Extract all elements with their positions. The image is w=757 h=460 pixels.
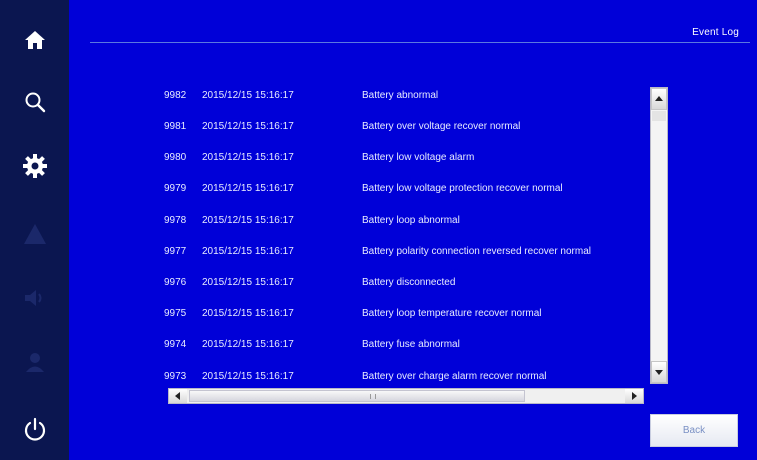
event-id: 9977 xyxy=(164,246,187,257)
event-id: 9978 xyxy=(164,215,187,226)
event-time: 2015/12/15 15:16:17 xyxy=(202,371,294,382)
list-item[interactable]: 9979 2015/12/15 15:16:17 Battery low vol… xyxy=(150,179,650,199)
warning-icon xyxy=(23,224,46,244)
sound-button[interactable] xyxy=(0,270,69,326)
horizontal-scroll-thumb[interactable] xyxy=(189,390,525,402)
event-time: 2015/12/15 15:16:17 xyxy=(202,215,294,226)
search-button[interactable] xyxy=(0,74,69,130)
event-message: Battery low voltage protection recover n… xyxy=(362,183,563,194)
arrow-left-icon xyxy=(175,392,180,400)
back-button[interactable]: Back xyxy=(650,414,738,447)
home-button[interactable] xyxy=(0,12,69,68)
event-time: 2015/12/15 15:16:17 xyxy=(202,308,294,319)
event-time: 2015/12/15 15:16:17 xyxy=(202,121,294,132)
event-message: Battery disconnected xyxy=(362,277,456,288)
event-log-list[interactable]: 9982 2015/12/15 15:16:17 Battery abnorma… xyxy=(150,82,650,400)
sidebar xyxy=(0,0,69,460)
event-id: 9974 xyxy=(164,339,187,350)
event-id: 9973 xyxy=(164,371,187,382)
event-message: Battery abnormal xyxy=(362,90,439,101)
search-icon xyxy=(25,92,45,113)
settings-button[interactable] xyxy=(0,138,69,194)
event-id: 9981 xyxy=(164,121,187,132)
event-message: Battery loop temperature recover normal xyxy=(362,308,542,319)
list-item[interactable]: 9982 2015/12/15 15:16:17 Battery abnorma… xyxy=(150,86,650,106)
event-time: 2015/12/15 15:16:17 xyxy=(202,90,294,101)
page-title: Event Log xyxy=(692,27,739,38)
event-time: 2015/12/15 15:16:17 xyxy=(202,339,294,350)
scroll-up-button[interactable] xyxy=(651,88,667,110)
scroll-down-button[interactable] xyxy=(651,361,667,383)
arrow-right-icon xyxy=(632,392,637,400)
power-icon xyxy=(24,417,45,441)
list-item[interactable]: 9973 2015/12/15 15:16:17 Battery over ch… xyxy=(150,367,650,387)
event-message: Battery polarity connection reversed rec… xyxy=(362,246,591,257)
event-time: 2015/12/15 15:16:17 xyxy=(202,246,294,257)
list-item[interactable]: 9978 2015/12/15 15:16:17 Battery loop ab… xyxy=(150,211,650,231)
event-time: 2015/12/15 15:16:17 xyxy=(202,277,294,288)
scroll-left-button[interactable] xyxy=(169,389,187,403)
home-icon xyxy=(24,31,45,49)
event-id: 9982 xyxy=(164,90,187,101)
event-id: 9976 xyxy=(164,277,187,288)
speaker-icon xyxy=(24,290,41,306)
list-item[interactable]: 9974 2015/12/15 15:16:17 Battery fuse ab… xyxy=(150,335,650,355)
vertical-scroll-thumb[interactable] xyxy=(652,111,666,121)
arrow-down-icon xyxy=(655,370,663,375)
event-id: 9979 xyxy=(164,183,187,194)
event-message: Battery low voltage alarm xyxy=(362,152,475,163)
horizontal-scrollbar[interactable] xyxy=(168,388,644,404)
list-item[interactable]: 9975 2015/12/15 15:16:17 Battery loop te… xyxy=(150,304,650,324)
event-time: 2015/12/15 15:16:17 xyxy=(202,152,294,163)
power-button[interactable] xyxy=(0,402,69,458)
list-item[interactable]: 9981 2015/12/15 15:16:17 Battery over vo… xyxy=(150,117,650,137)
alarm-button[interactable] xyxy=(0,206,69,262)
list-item[interactable]: 9980 2015/12/15 15:16:17 Battery low vol… xyxy=(150,148,650,168)
gear-icon xyxy=(22,154,47,178)
event-message: Battery loop abnormal xyxy=(362,215,460,226)
event-message: Battery over voltage recover normal xyxy=(362,121,521,132)
list-item[interactable]: 9976 2015/12/15 15:16:17 Battery disconn… xyxy=(150,273,650,293)
event-time: 2015/12/15 15:16:17 xyxy=(202,183,294,194)
header-divider xyxy=(90,42,750,43)
vertical-scrollbar[interactable] xyxy=(650,87,668,384)
scroll-right-button[interactable] xyxy=(625,389,643,403)
user-icon xyxy=(25,353,44,372)
arrow-up-icon xyxy=(655,96,663,101)
user-button[interactable] xyxy=(0,334,69,390)
event-id: 9980 xyxy=(164,152,187,163)
event-log-screen: Event Log 9982 2015/12/15 15:16:17 Batte… xyxy=(0,0,757,460)
event-message: Battery fuse abnormal xyxy=(362,339,460,350)
event-message: Battery over charge alarm recover normal xyxy=(362,371,547,382)
event-id: 9975 xyxy=(164,308,187,319)
grip-icon xyxy=(370,394,376,399)
list-item[interactable]: 9977 2015/12/15 15:16:17 Battery polarit… xyxy=(150,242,650,262)
